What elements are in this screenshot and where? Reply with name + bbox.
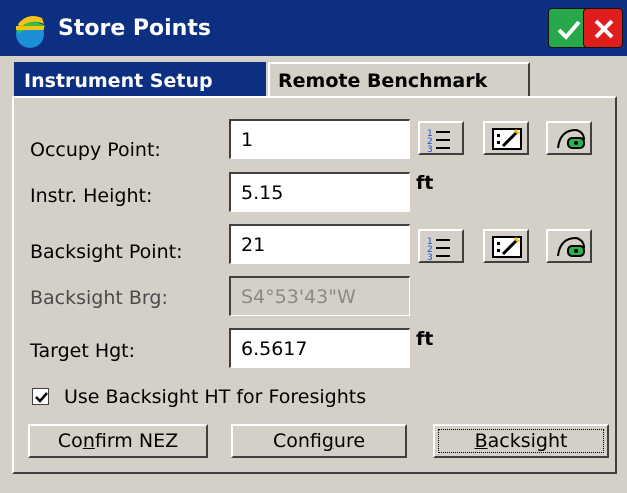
backsight-brg-field: S4°53'43"W: [229, 276, 410, 316]
map-select-icon: [492, 236, 522, 258]
svg-text:3: 3: [427, 145, 433, 152]
instr-height-label: Instr. Height:: [30, 185, 153, 207]
survey-instrument-icon: [557, 236, 585, 257]
configure-label-mnemonic: g: [321, 430, 334, 452]
target-hgt-label: Target Hgt:: [30, 340, 136, 362]
confirm-nez-label-mnemonic: n: [82, 430, 95, 452]
occupy-point-map-button[interactable]: [483, 121, 529, 155]
confirm-nez-label-start: Co: [57, 430, 83, 452]
window-title: Store Points: [58, 16, 211, 41]
backsight-button[interactable]: Backsight: [433, 424, 609, 458]
configure-button[interactable]: Configure: [231, 424, 407, 458]
target-hgt-unit: ft: [416, 328, 434, 350]
use-backsight-ht-label[interactable]: Use Backsight HT for Foresights: [64, 386, 366, 408]
checkmark-icon: [35, 392, 48, 403]
configure-label-start: Confi: [272, 430, 322, 452]
close-icon: [594, 19, 614, 39]
close-button[interactable]: [583, 8, 623, 48]
use-backsight-ht-checkbox[interactable]: [32, 388, 49, 405]
confirm-nez-button[interactable]: Confirm NEZ: [28, 424, 208, 458]
backsight-brg-label: Backsight Brg:: [30, 287, 168, 309]
confirm-nez-label-end: firm NEZ: [94, 430, 179, 452]
backsight-point-input[interactable]: 21: [229, 224, 410, 264]
backsight-point-map-button[interactable]: [483, 229, 529, 263]
map-select-icon: [492, 128, 522, 150]
tab-instrument-setup[interactable]: Instrument Setup: [14, 62, 266, 96]
tab-strip: Instrument Setup Remote Benchmark: [0, 56, 627, 98]
occupy-point-label: Occupy Point:: [30, 139, 161, 161]
title-bar: Store Points: [0, 0, 627, 56]
occupy-point-input[interactable]: 1: [229, 119, 410, 159]
backsight-label-end: acksight: [487, 430, 568, 452]
instr-height-unit: ft: [416, 172, 434, 194]
store-points-window: Store Points Instrument Setup Remote Ben…: [0, 0, 627, 493]
backsight-point-label: Backsight Point:: [30, 241, 183, 263]
backsight-point-list-button[interactable]: 1 2 3: [418, 229, 464, 263]
backsight-point-instrument-button[interactable]: [546, 229, 592, 263]
survey-instrument-icon: [557, 128, 585, 149]
svg-text:3: 3: [427, 253, 433, 260]
list-icon: 1 2 3: [427, 129, 450, 152]
app-logo-icon: [16, 16, 46, 48]
tab-remote-benchmark[interactable]: Remote Benchmark: [268, 62, 530, 96]
configure-label-end: ure: [333, 430, 366, 452]
backsight-label-mnemonic: B: [474, 430, 488, 452]
occupy-point-list-button[interactable]: 1 2 3: [418, 121, 464, 155]
ok-button[interactable]: [548, 8, 588, 48]
instr-height-input[interactable]: 5.15: [229, 172, 410, 212]
occupy-point-instrument-button[interactable]: [546, 121, 592, 155]
list-icon: 1 2 3: [427, 237, 450, 260]
target-hgt-input[interactable]: 6.5617: [229, 328, 410, 368]
